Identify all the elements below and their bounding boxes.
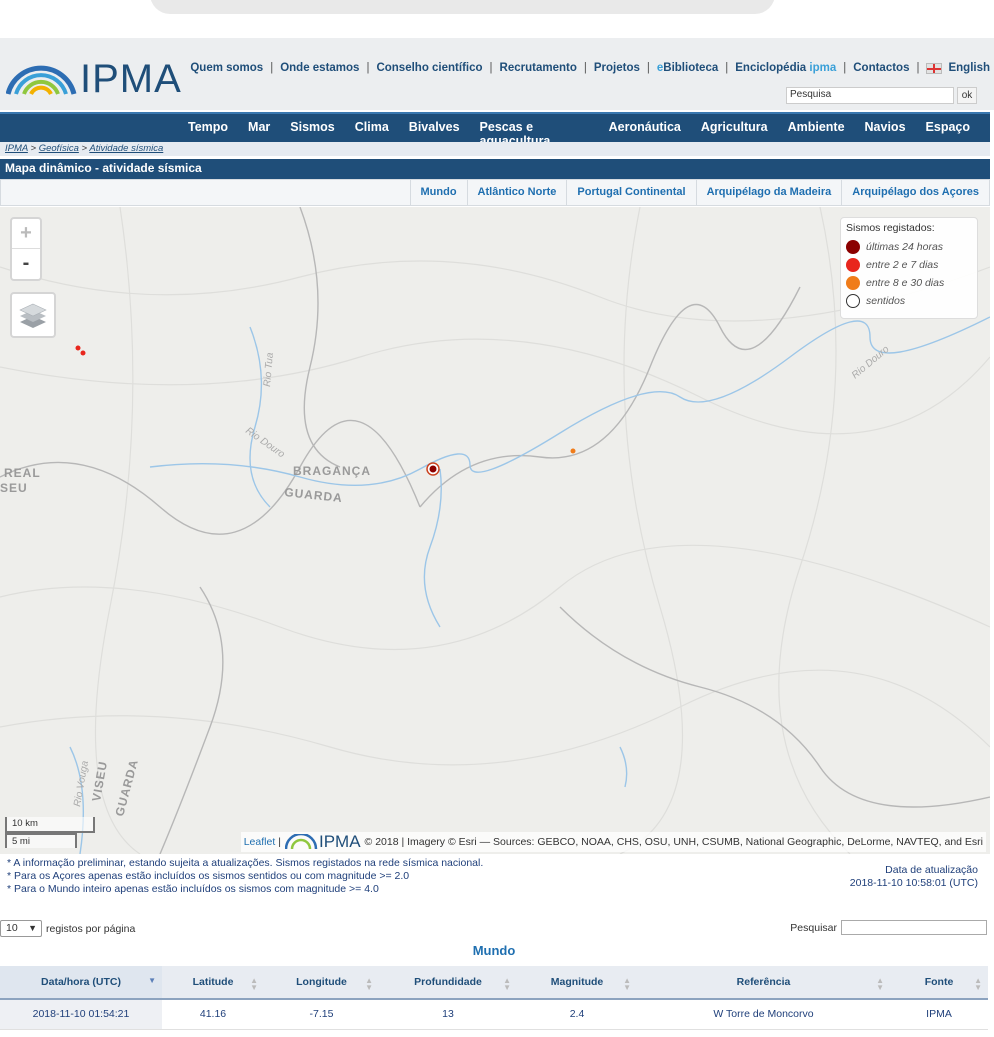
cell-latitude: 41.16	[162, 999, 264, 1030]
link-projetos[interactable]: Projetos	[594, 62, 640, 74]
notes: * A informação preliminar, estando sujei…	[7, 857, 483, 896]
scale-km: 10 km	[5, 817, 95, 833]
link-contactos[interactable]: Contactos	[853, 62, 909, 74]
per-page-control: 10 ▼ registos por página	[0, 920, 135, 937]
update-value: 2018-11-10 10:58:01 (UTC)	[849, 877, 978, 889]
map-label-real: REAL	[4, 466, 41, 480]
breadcrumb-geofisica[interactable]: Geofísica	[39, 143, 79, 154]
note-1: * A informação preliminar, estando sujei…	[7, 857, 484, 869]
site-search-button[interactable]: ok	[957, 87, 977, 104]
table-row[interactable]: 2018-11-10 01:54:21 41.16 -7.15 13 2.4 W…	[0, 999, 988, 1030]
breadcrumb: IPMA > Geofísica > Atividade sísmica	[0, 142, 990, 156]
link-onde-estamos[interactable]: Onde estamos	[280, 62, 359, 74]
cell-magnitude: 2.4	[517, 999, 637, 1030]
map-label-seu: SEU	[0, 481, 28, 495]
leaflet-link[interactable]: Leaflet	[244, 836, 276, 848]
link-recrutamento[interactable]: Recrutamento	[500, 62, 577, 74]
main-nav: Tempo Mar Sismos Clima Bivalves Pescas e…	[0, 112, 990, 148]
top-links: Quem somos | Onde estamos | Conselho cient…	[190, 62, 990, 74]
zoom-control: + -	[10, 217, 42, 281]
uk-flag-icon	[926, 62, 943, 74]
cell-source: IPMA	[890, 999, 988, 1030]
tab-portugal-continental[interactable]: Portugal Continental	[566, 180, 695, 205]
note-2: * Para os Açores apenas estão incluídos …	[7, 870, 410, 882]
quake-marker[interactable]	[75, 345, 81, 351]
sort-icon: ▲ ▼	[623, 976, 631, 992]
link-quem-somos[interactable]: Quem somos	[190, 62, 263, 74]
breadcrumb-ipma[interactable]: IPMA	[5, 143, 28, 154]
note-3: * Para o Mundo inteiro apenas estão incl…	[7, 883, 379, 895]
tab-acores[interactable]: Arquipélago dos Açores	[841, 180, 989, 205]
update-label: Data de atualização	[885, 864, 978, 876]
col-magnitude[interactable]: Magnitude ▲ ▼	[517, 966, 637, 1000]
page-title: Mapa dinâmico - atividade sísmica	[0, 159, 990, 179]
tab-madeira[interactable]: Arquipélago da Madeira	[695, 180, 842, 205]
sort-icon: ▲ ▼	[974, 976, 982, 992]
layers-icon	[19, 303, 47, 328]
link-enciclopedia[interactable]: Enciclopédia ipma	[735, 62, 836, 74]
quake-marker[interactable]	[570, 448, 576, 454]
tab-mundo[interactable]: Mundo	[409, 180, 467, 205]
col-longitude[interactable]: Longitude ▲ ▼	[264, 966, 379, 1000]
zoom-out-button[interactable]: -	[12, 249, 40, 279]
legend-item-2-7: entre 2 e 7 dias	[846, 256, 972, 274]
ipma-mini-logo-icon: IPMA	[284, 832, 361, 852]
table-search-input[interactable]	[841, 920, 987, 935]
quake-marker[interactable]	[80, 350, 86, 356]
breadcrumb-atividade[interactable]: Atividade sísmica	[89, 143, 163, 154]
sort-icon: ▲ ▼	[876, 976, 884, 992]
link-conselho[interactable]: Conselho científico	[376, 62, 482, 74]
col-datetime[interactable]: Data/hora (UTC) ▼	[0, 966, 162, 1000]
orange-dot-icon	[846, 276, 860, 290]
col-source[interactable]: Fonte ▲ ▼	[890, 966, 988, 1000]
per-page-label: registos por página	[46, 922, 136, 935]
map-attribution: Leaflet | IPMA © 2018 | Imagery © Esri —…	[240, 832, 986, 852]
hollow-circle-icon	[846, 294, 860, 308]
update-info: Data de atualização 2018-11-10 10:58:01 …	[850, 864, 978, 890]
legend-item-felt: sentidos	[846, 292, 972, 310]
cell-datetime: 2018-11-10 01:54:21	[0, 999, 162, 1030]
scale-mi: 5 mi	[5, 833, 77, 848]
legend-title: Sismos registados:	[846, 222, 935, 234]
site-search-input[interactable]: Pesquisa	[786, 87, 954, 104]
sort-icon: ▲ ▼	[365, 976, 373, 992]
table-filter: Pesquisar	[790, 920, 987, 935]
seismic-table: Data/hora (UTC) ▼ Latitude ▲ ▼ Longitude ▲ ▼ …	[0, 966, 988, 1030]
sort-icon: ▲ ▼	[250, 976, 258, 992]
table-title: Mundo	[472, 943, 516, 958]
zoom-in-button[interactable]: +	[12, 219, 40, 249]
cell-depth: 13	[379, 999, 517, 1030]
seismic-map[interactable]: Rio Tua Rio Douro Rio Douro Rio Vouga BR…	[0, 207, 990, 854]
chevron-down-icon: ▼	[28, 923, 37, 933]
map-legend: Sismos registados: últimas 24 horas entr…	[840, 217, 978, 319]
logo-text[interactable]: IPMA	[80, 57, 182, 102]
link-ebiblioteca[interactable]: eBiblioteca	[657, 62, 718, 74]
table-search-label: Pesquisar	[790, 921, 837, 934]
per-page-select[interactable]: 10 ▼	[0, 920, 42, 937]
cell-longitude: -7.15	[264, 999, 379, 1030]
layers-button[interactable]	[10, 292, 56, 338]
attribution-text: © 2018 | Imagery © Esri — Sources: GEBCO…	[364, 836, 983, 848]
top-strip	[0, 0, 994, 38]
red-dot-icon	[846, 258, 860, 272]
tab-atlantico-norte[interactable]: Atlântico Norte	[466, 180, 567, 205]
map-label-braganca: BRAGANÇA	[293, 464, 371, 478]
map-scale: 10 km 5 mi	[5, 817, 95, 848]
link-english[interactable]: English	[948, 62, 990, 74]
col-reference[interactable]: Referência ▲ ▼	[637, 966, 890, 1000]
region-tabs: Mundo Atlântico Norte Portugal Continent…	[0, 179, 990, 206]
sort-icon: ▲ ▼	[503, 976, 511, 992]
legend-item-8-30: entre 8 e 30 dias	[846, 274, 972, 292]
cell-reference: W Torre de Moncorvo	[637, 999, 890, 1030]
legend-item-24h: últimas 24 horas	[846, 238, 972, 256]
col-latitude[interactable]: Latitude ▲ ▼	[162, 966, 264, 1000]
col-depth[interactable]: Profundidade ▲ ▼	[379, 966, 517, 1000]
sort-desc-icon: ▼	[148, 976, 156, 985]
dark-red-dot-icon	[846, 240, 860, 254]
quake-marker-24h[interactable]	[429, 465, 437, 473]
top-search-pill	[150, 0, 775, 14]
